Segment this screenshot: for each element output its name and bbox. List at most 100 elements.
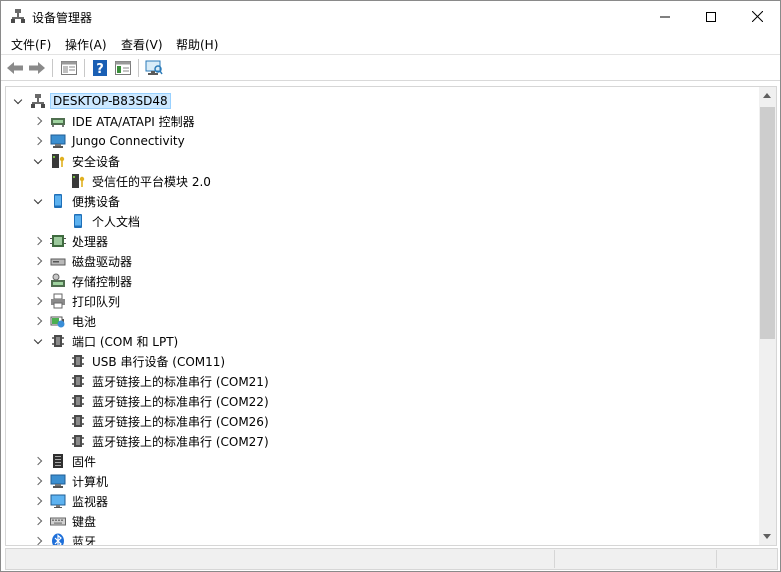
tree-item-label[interactable]: 监视器 <box>70 492 110 511</box>
maximize-icon <box>706 11 716 22</box>
show-hide-button[interactable] <box>113 58 133 78</box>
device-tree[interactable]: DESKTOP-B83SD48 IDE ATA/ATAPI 控制器 Jungo … <box>5 86 761 546</box>
expand-chevron-icon[interactable] <box>32 315 44 327</box>
collapse-chevron-icon[interactable] <box>32 195 44 207</box>
collapse-chevron-icon[interactable] <box>32 335 44 347</box>
tree-item-jungo[interactable]: Jungo Connectivity <box>32 131 187 151</box>
expand-chevron-icon[interactable] <box>32 475 44 487</box>
status-separator <box>716 550 717 568</box>
tree-item-computer[interactable]: 计算机 <box>32 471 110 491</box>
menu-action[interactable]: 操作(A) <box>65 36 107 53</box>
scan-hardware-icon <box>145 60 163 75</box>
tree-item-label[interactable]: 受信任的平台模块 2.0 <box>90 172 213 191</box>
scrollbar-thumb[interactable] <box>760 107 775 339</box>
tree-item-label[interactable]: 打印队列 <box>70 292 122 311</box>
tree-item-label[interactable]: 固件 <box>70 452 98 471</box>
tree-item-label[interactable]: USB 串行设备 (COM11) <box>90 352 227 371</box>
tree-item-label[interactable]: 磁盘驱动器 <box>70 252 134 271</box>
expand-chevron-icon[interactable] <box>32 235 44 247</box>
tree-item-ports[interactable]: 端口 (COM 和 LPT) <box>32 331 180 351</box>
battery-icon <box>50 313 66 329</box>
tree-item-port-com26[interactable]: 蓝牙链接上的标准串行 (COM26) <box>52 411 271 431</box>
tree-item-label[interactable]: IDE ATA/ATAPI 控制器 <box>70 112 197 131</box>
tree-root-label[interactable]: DESKTOP-B83SD48 <box>50 93 171 109</box>
device-manager-window: 设备管理器 文件(F) 操作(A) 查看(V) 帮助(H) ? DESKTOP-… <box>0 0 781 572</box>
menu-view[interactable]: 查看(V) <box>121 36 163 53</box>
vertical-scrollbar[interactable] <box>759 86 777 546</box>
expand-chevron-icon[interactable] <box>32 115 44 127</box>
expand-chevron-icon[interactable] <box>32 275 44 287</box>
monitor-icon <box>50 493 66 509</box>
status-separator <box>554 550 555 568</box>
tree-item-label[interactable]: 蓝牙 <box>70 532 98 546</box>
forward-button[interactable] <box>27 58 47 78</box>
jungo-device-icon <box>50 133 66 149</box>
help-button[interactable]: ? <box>90 58 110 78</box>
tree-root[interactable]: DESKTOP-B83SD48 <box>12 91 171 111</box>
tree-item-keyboards[interactable]: 键盘 <box>32 511 98 531</box>
tree-item-label[interactable]: 键盘 <box>70 512 98 531</box>
tree-item-label[interactable]: 蓝牙链接上的标准串行 (COM27) <box>90 432 271 451</box>
minimize-button[interactable] <box>642 1 688 32</box>
tree-item-label[interactable]: 安全设备 <box>70 152 122 171</box>
tree-item-label[interactable]: 电池 <box>70 312 98 331</box>
tree-item-ide[interactable]: IDE ATA/ATAPI 控制器 <box>32 111 197 131</box>
expand-chevron-icon[interactable] <box>32 455 44 467</box>
tree-item-personal-docs[interactable]: 个人文档 <box>52 211 142 231</box>
expand-chevron-icon[interactable] <box>32 495 44 507</box>
port-icon <box>70 393 86 409</box>
storage-controller-icon <box>50 273 66 289</box>
tree-item-disk-drives[interactable]: 磁盘驱动器 <box>32 251 134 271</box>
expand-chevron-icon[interactable] <box>32 255 44 267</box>
menu-file[interactable]: 文件(F) <box>11 36 51 53</box>
collapse-chevron-icon[interactable] <box>32 155 44 167</box>
tree-item-processors[interactable]: 处理器 <box>32 231 110 251</box>
tree-item-label[interactable]: 存储控制器 <box>70 272 134 291</box>
tree-item-label[interactable]: 个人文档 <box>90 212 142 231</box>
back-button[interactable] <box>5 58 25 78</box>
tree-item-port-com11[interactable]: USB 串行设备 (COM11) <box>52 351 227 371</box>
tree-item-port-com22[interactable]: 蓝牙链接上的标准串行 (COM22) <box>52 391 271 411</box>
close-button[interactable] <box>734 1 780 32</box>
tree-item-label[interactable]: 便携设备 <box>70 192 122 211</box>
status-bar <box>5 548 778 570</box>
properties-button[interactable] <box>59 58 79 78</box>
tree-item-portable[interactable]: 便携设备 <box>32 191 122 211</box>
scan-hardware-button[interactable] <box>144 58 164 78</box>
tree-item-tpm[interactable]: 受信任的平台模块 2.0 <box>52 171 213 191</box>
tree-item-label[interactable]: 计算机 <box>70 472 110 491</box>
expand-chevron-icon[interactable] <box>32 135 44 147</box>
expand-chevron-icon[interactable] <box>32 535 44 545</box>
computer-icon <box>50 473 66 489</box>
collapse-chevron-icon[interactable] <box>12 95 24 107</box>
firmware-icon <box>50 453 66 469</box>
show-hide-console-icon <box>115 61 131 75</box>
help-icon: ? <box>93 60 107 76</box>
tree-item-storage-controllers[interactable]: 存储控制器 <box>32 271 134 291</box>
expand-chevron-icon[interactable] <box>32 295 44 307</box>
tree-item-monitors[interactable]: 监视器 <box>32 491 110 511</box>
tree-item-bluetooth[interactable]: 蓝牙 <box>32 531 98 546</box>
toolbar: ? <box>1 55 780 81</box>
tree-item-port-com21[interactable]: 蓝牙链接上的标准串行 (COM21) <box>52 371 271 391</box>
bluetooth-icon <box>50 533 66 545</box>
expand-chevron-icon[interactable] <box>32 515 44 527</box>
tree-item-port-com27[interactable]: 蓝牙链接上的标准串行 (COM27) <box>52 431 271 451</box>
device-manager-icon <box>10 8 26 24</box>
tree-item-print-queues[interactable]: 打印队列 <box>32 291 122 311</box>
tree-item-label[interactable]: 蓝牙链接上的标准串行 (COM21) <box>90 372 271 391</box>
tree-item-firmware[interactable]: 固件 <box>32 451 98 471</box>
printer-icon <box>50 293 66 309</box>
tree-item-security[interactable]: 安全设备 <box>32 151 122 171</box>
port-icon <box>70 373 86 389</box>
menu-help[interactable]: 帮助(H) <box>176 36 218 53</box>
maximize-button[interactable] <box>688 1 734 32</box>
tree-item-label[interactable]: 蓝牙链接上的标准串行 (COM26) <box>90 412 271 431</box>
tree-item-label[interactable]: 端口 (COM 和 LPT) <box>70 332 180 351</box>
tree-item-label[interactable]: 处理器 <box>70 232 110 251</box>
scroll-down-icon[interactable] <box>763 534 771 539</box>
tree-item-label[interactable]: Jungo Connectivity <box>70 133 187 149</box>
scroll-up-icon[interactable] <box>763 93 771 98</box>
tree-item-batteries[interactable]: 电池 <box>32 311 98 331</box>
tree-item-label[interactable]: 蓝牙链接上的标准串行 (COM22) <box>90 392 271 411</box>
